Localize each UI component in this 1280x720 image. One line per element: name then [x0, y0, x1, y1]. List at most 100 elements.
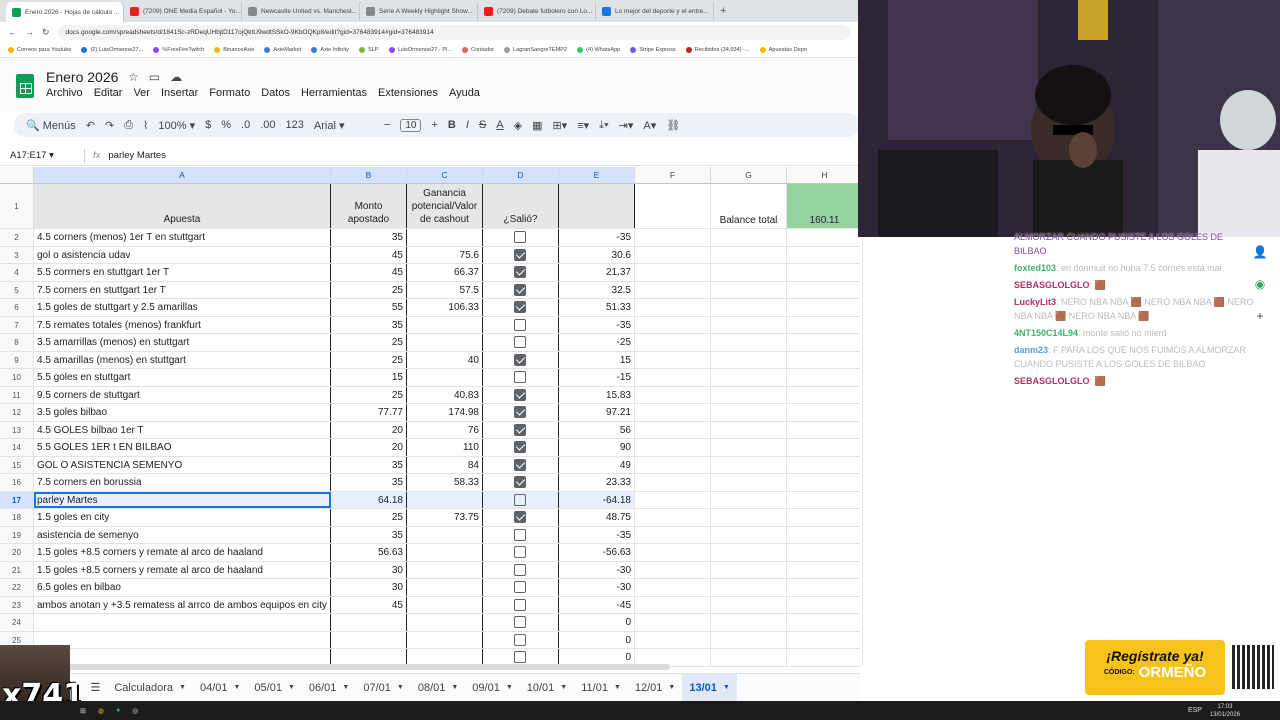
bookmark-item[interactable]: Recibidos (34,934) -... — [685, 46, 750, 53]
obs-icon[interactable]: ◎ — [132, 707, 138, 715]
cell-ganancia[interactable]: 57.5 — [407, 281, 483, 298]
cell-ganancia[interactable] — [407, 369, 483, 386]
decrease-decimal-button[interactable]: .0 — [241, 119, 250, 131]
cell-monto[interactable]: 25 — [331, 386, 407, 403]
horizontal-align-icon[interactable]: ≡▾ — [577, 119, 589, 132]
text-rotation-icon[interactable]: A▾ — [643, 119, 656, 132]
cell-salio[interactable] — [483, 316, 559, 333]
chevron-down-icon[interactable]: ▼ — [506, 684, 513, 691]
cell-empty[interactable] — [711, 369, 787, 386]
cell-ganancia[interactable]: 75.6 — [407, 246, 483, 263]
row-number[interactable]: 13 — [0, 421, 34, 438]
reload-icon[interactable]: ↻ — [42, 27, 50, 38]
cell-empty[interactable] — [635, 544, 711, 561]
bookmark-item[interactable]: (4) WhatsApp — [577, 46, 620, 53]
cell-salio[interactable] — [483, 369, 559, 386]
vertical-align-icon[interactable]: ⤓▾ — [599, 119, 608, 132]
paint-format-icon[interactable]: ⌇ — [143, 119, 148, 132]
salio-checkbox[interactable] — [514, 423, 526, 436]
row-number[interactable]: 23 — [0, 596, 34, 613]
cell-monto[interactable]: 20 — [331, 421, 407, 438]
row-number[interactable]: 9 — [0, 351, 34, 368]
forward-icon[interactable]: → — [25, 27, 34, 37]
cell-empty[interactable] — [787, 404, 863, 421]
cell-empty[interactable] — [635, 526, 711, 543]
cell-empty[interactable] — [711, 439, 787, 456]
cell-balance[interactable]: 0 — [559, 631, 635, 648]
cell-monto[interactable]: 35 — [331, 316, 407, 333]
cell-empty[interactable] — [711, 526, 787, 543]
cell-apuesta[interactable]: 3.5 goles bilbao — [34, 404, 331, 421]
cell-empty[interactable] — [635, 264, 711, 281]
row-number[interactable]: 11 — [0, 386, 34, 403]
cell-monto[interactable]: 45 — [331, 246, 407, 263]
name-box[interactable]: A17:E17 ▾ — [0, 150, 76, 161]
cell-empty[interactable] — [635, 456, 711, 473]
cell-empty[interactable] — [711, 264, 787, 281]
cell-salio[interactable] — [483, 264, 559, 281]
sheets-logo-icon[interactable] — [16, 74, 34, 98]
cell-balance[interactable]: -56.63 — [559, 544, 635, 561]
cell-balance[interactable]: 49 — [559, 456, 635, 473]
cell-monto[interactable]: 56.63 — [331, 544, 407, 561]
cell-empty[interactable] — [787, 281, 863, 298]
cell-empty[interactable] — [787, 386, 863, 403]
cell-apuesta[interactable]: 1.5 goles en city — [34, 509, 331, 526]
cell-apuesta[interactable]: 7.5 remates totales (menos) frankfurt — [34, 316, 331, 333]
chat-username[interactable]: foxted103 — [1014, 263, 1056, 273]
cell-ganancia[interactable]: 58.33 — [407, 474, 483, 491]
row-number[interactable]: 17 — [0, 491, 34, 508]
cell-balance[interactable]: 97.21 — [559, 404, 635, 421]
menu-item-extensiones[interactable]: Extensiones — [378, 87, 438, 99]
cell-empty[interactable] — [635, 561, 711, 578]
new-tab-icon[interactable]: + — [720, 5, 726, 17]
cell-empty[interactable] — [635, 281, 711, 298]
sheet-tab[interactable]: 08/01 ▼ — [411, 674, 465, 702]
chevron-down-icon[interactable]: ▼ — [179, 684, 186, 691]
cell-empty[interactable] — [635, 246, 711, 263]
header-salio[interactable]: ¿Salió? — [483, 184, 559, 228]
cell-salio[interactable] — [483, 439, 559, 456]
maps-icon[interactable]: ◉ — [1255, 277, 1265, 291]
cell-apuesta[interactable]: 4.5 amarillas (menos) en stuttgart — [34, 351, 331, 368]
cell-empty[interactable] — [787, 439, 863, 456]
cell-empty[interactable] — [635, 439, 711, 456]
cell-empty[interactable] — [787, 351, 863, 368]
cell-empty[interactable] — [711, 631, 787, 648]
cell-empty[interactable] — [635, 229, 711, 246]
cell-empty[interactable] — [635, 334, 711, 351]
cell-empty[interactable] — [787, 229, 863, 246]
cell-apuesta[interactable]: 5.5 GOLES 1ER t EN BILBAO — [34, 439, 331, 456]
sheet-tab[interactable]: 04/01 ▼ — [193, 674, 247, 702]
cell-empty[interactable] — [711, 386, 787, 403]
salio-checkbox[interactable] — [514, 248, 526, 261]
cell-salio[interactable] — [483, 421, 559, 438]
cell-f1[interactable] — [635, 184, 711, 228]
cell-ganancia[interactable] — [407, 596, 483, 613]
font-size-input[interactable]: 10 — [400, 118, 422, 132]
cell-empty[interactable] — [711, 316, 787, 333]
sheet-tab[interactable]: 07/01 ▼ — [356, 674, 410, 702]
cell-monto[interactable]: 35 — [331, 474, 407, 491]
cell-salio[interactable] — [483, 474, 559, 491]
salio-checkbox[interactable] — [514, 336, 526, 348]
cell-empty[interactable] — [787, 491, 863, 508]
chevron-down-icon[interactable]: ▼ — [397, 684, 404, 691]
balance-total-label[interactable]: Balance total — [711, 184, 787, 228]
cell-apuesta[interactable]: 5.5 corrners en stuttgart 1er T — [34, 264, 331, 281]
cell-empty[interactable] — [635, 509, 711, 526]
cell-empty[interactable] — [787, 579, 863, 596]
cell-monto[interactable]: 20 — [331, 439, 407, 456]
cell-salio[interactable] — [483, 386, 559, 403]
cell-empty[interactable] — [635, 491, 711, 508]
cell-empty[interactable] — [711, 474, 787, 491]
header-apuesta[interactable]: Apuesta — [34, 184, 331, 228]
cell-apuesta[interactable]: asistencia de semenyo — [34, 526, 331, 543]
cell-empty[interactable] — [635, 299, 711, 316]
salio-checkbox[interactable] — [514, 388, 526, 401]
cell-empty[interactable] — [711, 351, 787, 368]
column-header-d[interactable]: D — [483, 167, 559, 184]
cell-empty[interactable] — [635, 316, 711, 333]
salio-checkbox[interactable] — [514, 283, 526, 296]
chevron-down-icon[interactable]: ▼ — [668, 684, 675, 691]
